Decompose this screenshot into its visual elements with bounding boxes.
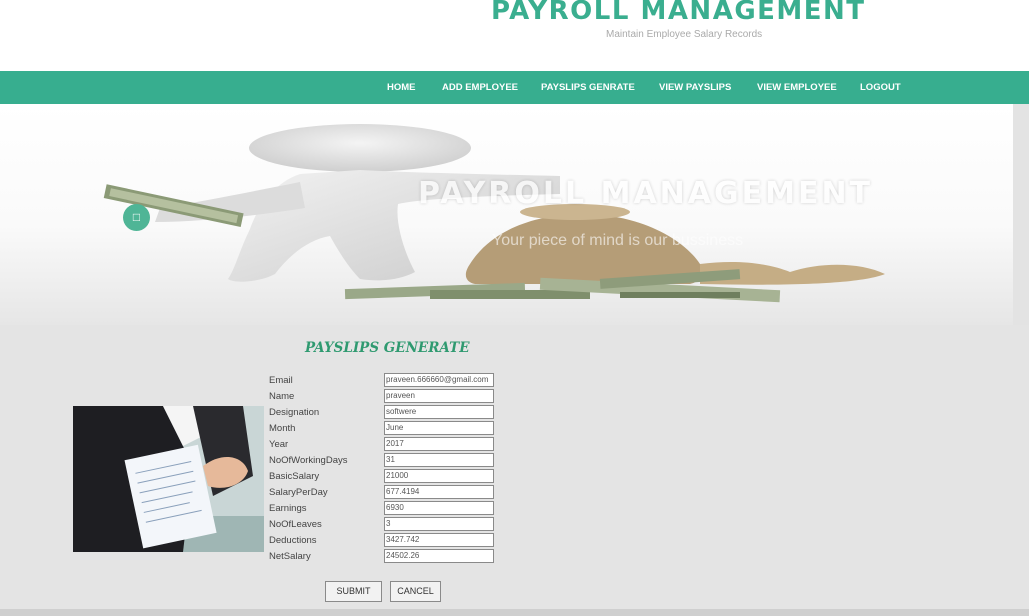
field-input-designation[interactable]: softwere (384, 405, 494, 419)
nav-logout[interactable]: LOGOUT (860, 71, 901, 104)
field-input-year[interactable]: 2017 (384, 437, 494, 451)
field-input-email[interactable]: praveen.666660@gmail.com (384, 373, 494, 387)
field-label-salaryperday: SalaryPerDay (269, 487, 328, 498)
payslip-photo (73, 406, 264, 552)
payslip-illustration (73, 406, 264, 552)
submit-button[interactable]: SUBMIT (325, 581, 382, 602)
banner-title: PAYROLL MANAGEMENT (418, 176, 874, 211)
field-label-basicsalary: BasicSalary (269, 471, 320, 482)
field-input-noofworkingdays[interactable]: 31 (384, 453, 494, 467)
field-label-noofworkingdays: NoOfWorkingDays (269, 455, 348, 466)
banner-illustration (103, 124, 885, 303)
banner-side-strip (1013, 104, 1029, 325)
field-label-year: Year (269, 439, 289, 450)
field-input-deductions[interactable]: 3427.742 (384, 533, 494, 547)
field-label-name: Name (269, 391, 295, 402)
site-subtitle: Maintain Employee Salary Records (606, 29, 763, 40)
field-input-month[interactable]: June (384, 421, 494, 435)
banner-square-button[interactable]: □ (123, 204, 150, 231)
field-input-salaryperday[interactable]: 677.4194 (384, 485, 494, 499)
field-input-earnings[interactable]: 6930 (384, 501, 494, 515)
nav-add-employee[interactable]: ADD EMPLOYEE (442, 71, 518, 104)
field-label-deductions: Deductions (269, 535, 317, 546)
form-heading: PAYSLIPS GENERATE (305, 340, 470, 356)
field-input-netsalary[interactable]: 24502.26 (384, 549, 494, 563)
nav-view-payslips[interactable]: VIEW PAYSLIPS (659, 71, 731, 104)
field-input-basicsalary[interactable]: 21000 (384, 469, 494, 483)
main-nav: HOME ADD EMPLOYEE PAYSLIPS GENRATE VIEW … (0, 71, 1029, 104)
footer-strip (0, 609, 1029, 616)
field-input-noofleaves[interactable]: 3 (384, 517, 494, 531)
field-label-noofleaves: NoOfLeaves (269, 519, 322, 530)
nav-payslips-generate[interactable]: PAYSLIPS GENRATE (541, 71, 635, 104)
banner-tagline: Your piece of mind is our bussiness (492, 232, 744, 249)
field-label-earnings: Earnings (269, 503, 307, 514)
field-input-name[interactable]: praveen (384, 389, 494, 403)
nav-home[interactable]: HOME (387, 71, 416, 104)
header: PAYROLL MANAGEMENT Maintain Employee Sal… (0, 0, 1029, 71)
cancel-button[interactable]: CANCEL (390, 581, 441, 602)
square-icon: □ (132, 210, 141, 224)
field-label-netsalary: NetSalary (269, 551, 311, 562)
field-label-month: Month (269, 423, 296, 434)
nav-view-employee[interactable]: VIEW EMPLOYEE (757, 71, 837, 104)
site-title: PAYROLL MANAGEMENT (491, 0, 866, 26)
field-label-designation: Designation (269, 407, 320, 418)
field-label-email: Email (269, 375, 293, 386)
hero-banner: PAYROLL MANAGEMENT Your piece of mind is… (0, 104, 1013, 325)
